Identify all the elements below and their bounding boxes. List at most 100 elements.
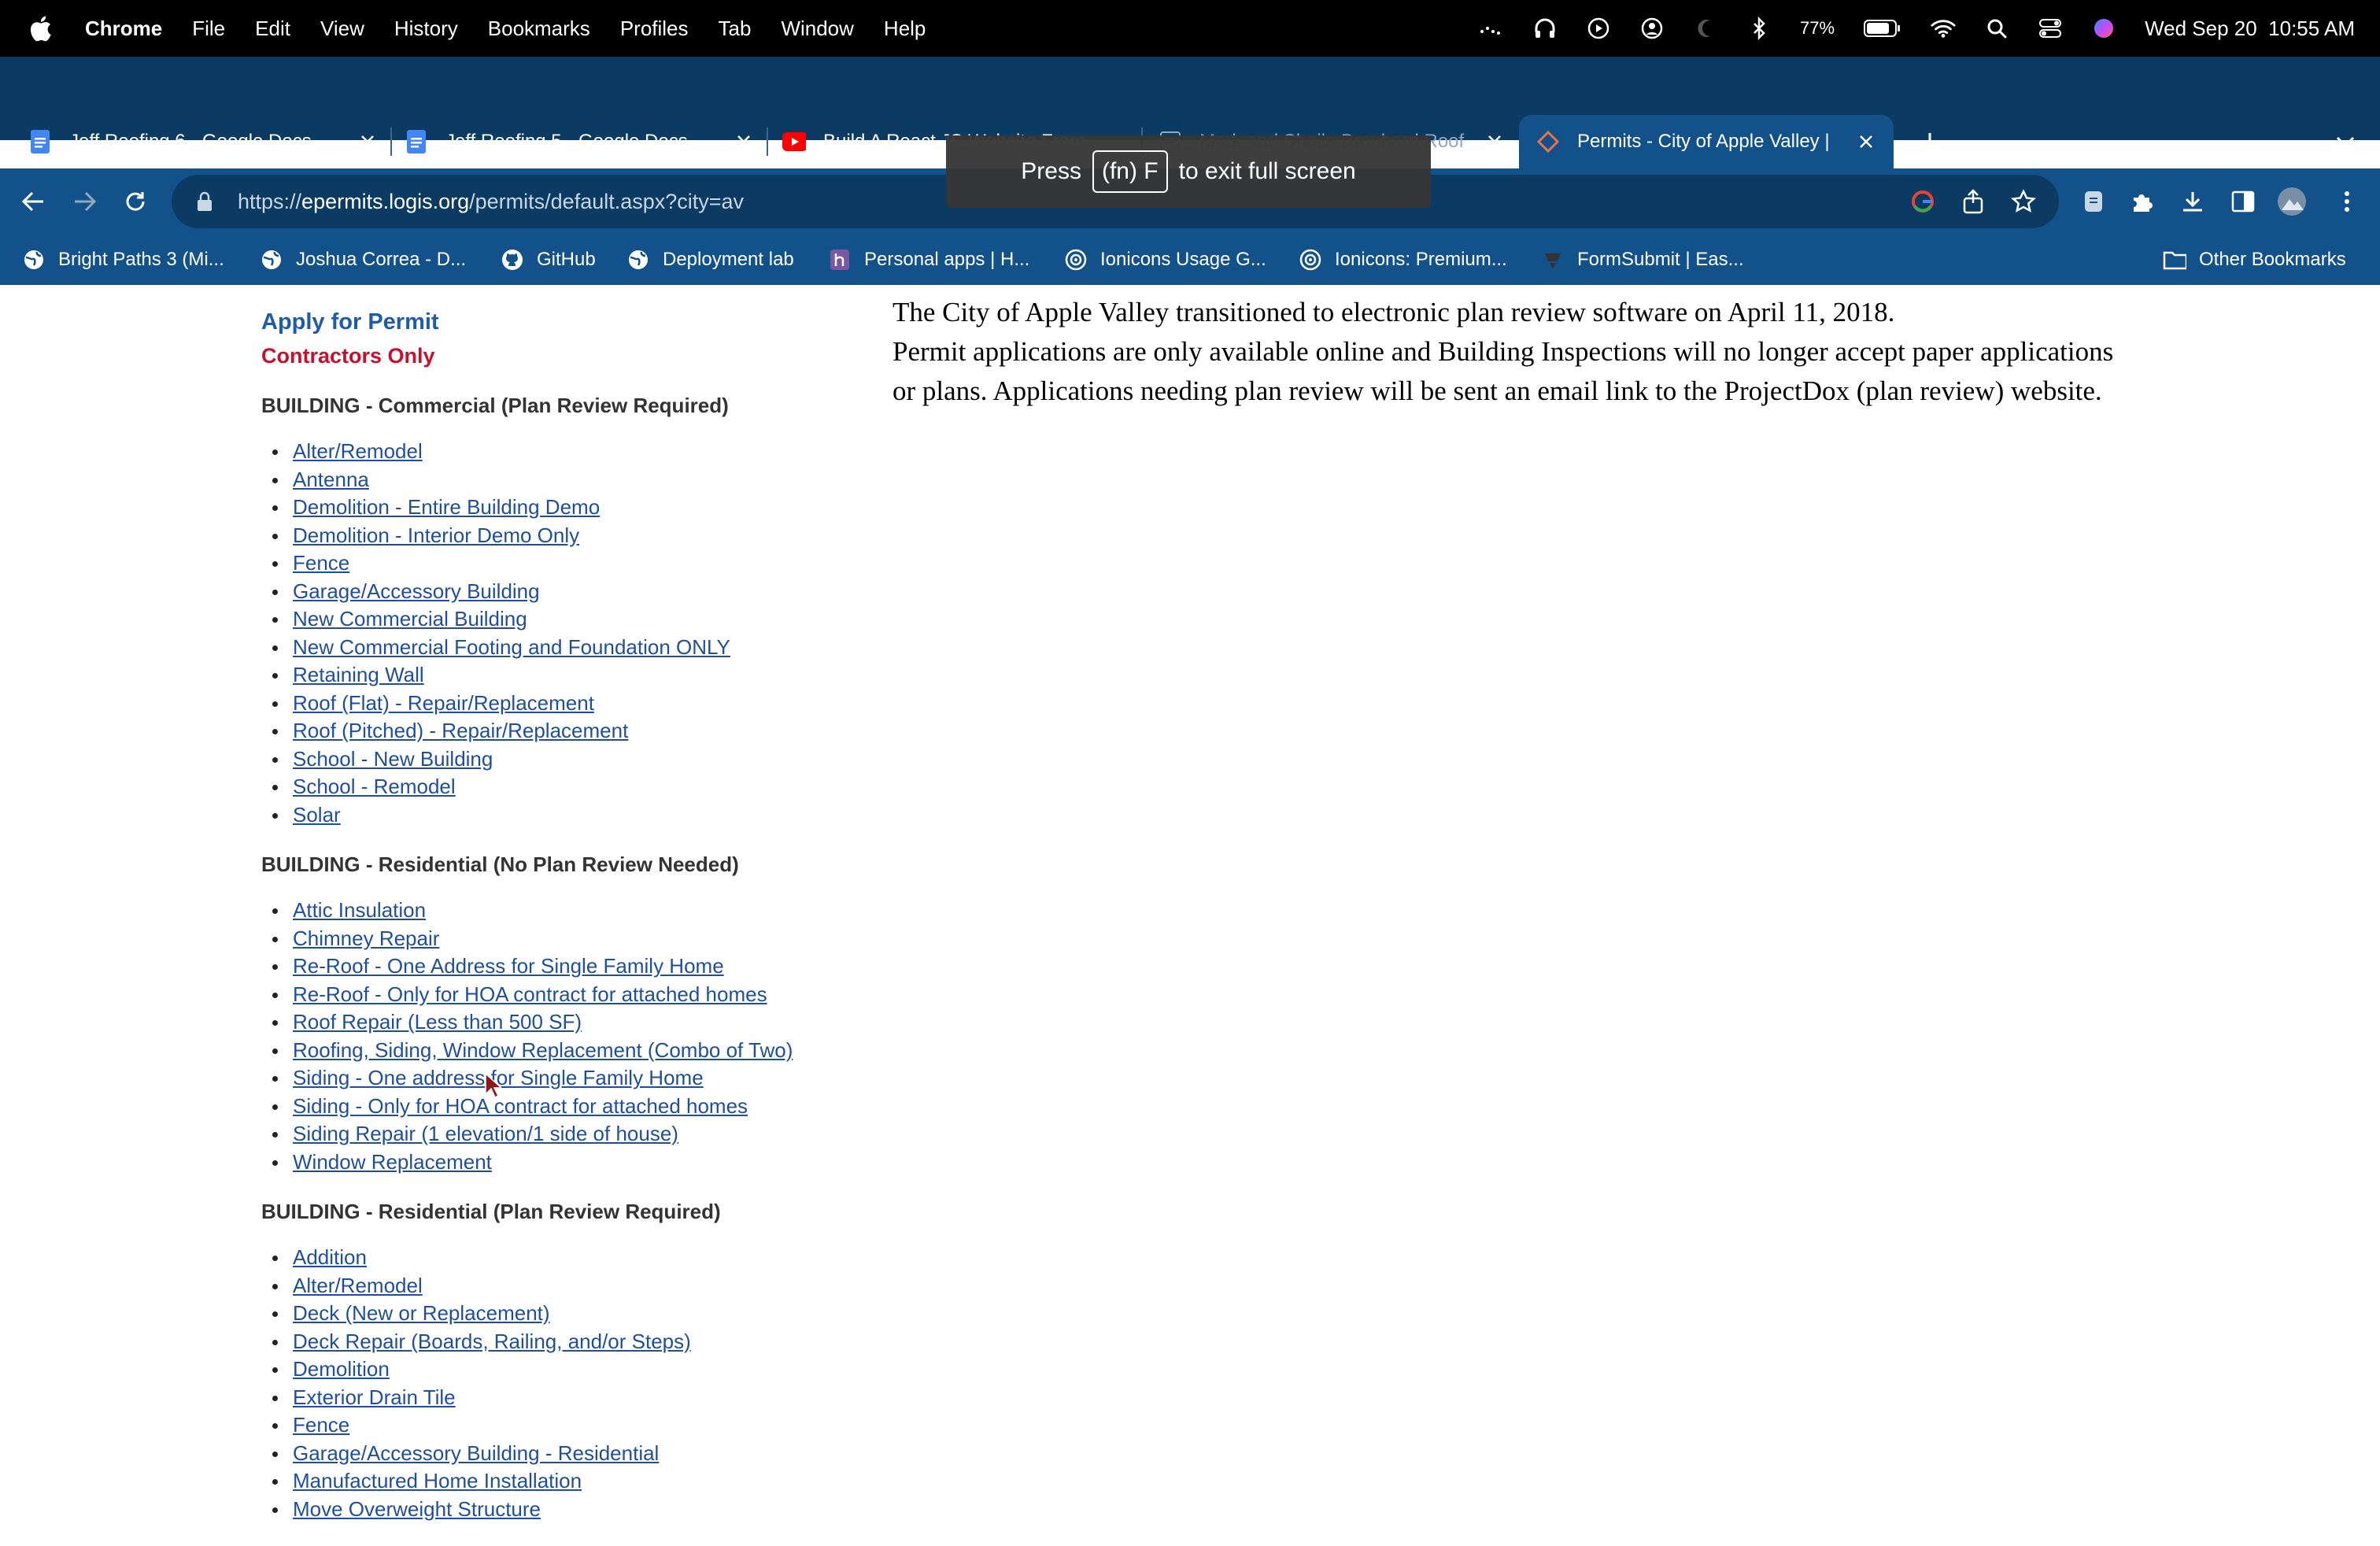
profile-avatar[interactable] bbox=[2276, 186, 2308, 217]
bookmark-formsubmit[interactable]: FormSubmit | Eas... bbox=[1541, 246, 1744, 274]
permit-link[interactable]: Fence bbox=[293, 551, 349, 575]
permit-link[interactable]: Demolition bbox=[293, 1357, 390, 1381]
permit-link[interactable]: Roofing, Siding, Window Replacement (Com… bbox=[293, 1038, 793, 1062]
bookmark-bright-paths[interactable]: Bright Paths 3 (Mi... bbox=[22, 246, 224, 274]
permit-link[interactable]: Fence bbox=[293, 1413, 349, 1437]
permit-link[interactable]: Roof Repair (Less than 500 SF) bbox=[293, 1010, 582, 1034]
formsubmit-icon bbox=[1541, 248, 1565, 272]
permit-link[interactable]: Demolition - Entire Building Demo bbox=[293, 495, 600, 519]
close-icon[interactable] bbox=[1854, 130, 1878, 153]
extensions-puzzle-icon[interactable] bbox=[2127, 186, 2158, 217]
bookmark-deployment-lab[interactable]: Deployment lab bbox=[626, 246, 794, 274]
now-playing-icon[interactable] bbox=[1586, 16, 1611, 41]
list-item: New Commercial Building bbox=[261, 605, 859, 634]
wifi-icon[interactable] bbox=[1931, 16, 1956, 41]
permit-link[interactable]: Addition bbox=[293, 1245, 367, 1269]
e-plan-review-notice: The City of Apple Valley transitioned to… bbox=[893, 293, 2120, 411]
google-lens-icon[interactable] bbox=[1909, 188, 1936, 215]
bookmark-github[interactable]: GitHub bbox=[501, 246, 596, 274]
user-account-icon[interactable] bbox=[1639, 16, 1665, 41]
permit-link[interactable]: Re-Roof - One Address for Single Family … bbox=[293, 954, 724, 978]
tab-search-chevron-down-icon[interactable] bbox=[2330, 126, 2361, 157]
permit-link[interactable]: Siding Repair (1 elevation/1 side of hou… bbox=[293, 1122, 678, 1145]
headphones-icon[interactable] bbox=[1532, 16, 1558, 41]
ionicons-icon bbox=[1299, 248, 1322, 272]
permit-link[interactable]: Alter/Remodel bbox=[293, 1274, 423, 1297]
permit-link[interactable]: Alter/Remodel bbox=[293, 439, 423, 463]
permit-link[interactable]: Manufactured Home Installation bbox=[293, 1469, 582, 1492]
permit-link[interactable]: Re-Roof - Only for HOA contract for atta… bbox=[293, 982, 767, 1006]
menu-app-chrome[interactable]: Chrome bbox=[85, 17, 162, 41]
spotlight-search-icon[interactable] bbox=[1984, 16, 2009, 41]
permit-link[interactable]: Exterior Drain Tile bbox=[293, 1385, 456, 1409]
list-item: Window Replacement bbox=[261, 1148, 859, 1177]
bookmark-ionicons-premium[interactable]: Ionicons: Premium... bbox=[1299, 246, 1507, 274]
permit-link[interactable]: School - New Building bbox=[293, 747, 493, 771]
control-center-icon[interactable] bbox=[2038, 16, 2063, 41]
other-bookmarks-folder[interactable]: Other Bookmarks bbox=[2163, 246, 2346, 274]
battery-icon[interactable] bbox=[1863, 16, 1902, 41]
extension-doc-icon[interactable] bbox=[2078, 186, 2109, 217]
permit-link[interactable]: Move Overweight Structure bbox=[293, 1497, 541, 1521]
lock-icon[interactable] bbox=[194, 190, 216, 213]
permit-link[interactable]: Demolition - Interior Demo Only bbox=[293, 523, 579, 547]
list-item: School - Remodel bbox=[261, 773, 859, 801]
downloads-icon[interactable] bbox=[2177, 186, 2208, 217]
forward-button[interactable] bbox=[69, 186, 101, 217]
list-item: Re-Roof - One Address for Single Family … bbox=[261, 952, 859, 981]
permit-link[interactable]: Garage/Accessory Building - Residential bbox=[293, 1441, 659, 1465]
chrome-menu-icon[interactable] bbox=[2331, 186, 2363, 217]
bluetooth-icon[interactable] bbox=[1746, 16, 1772, 41]
permit-sidebar: Apply for Permit Contractors Only BUILDI… bbox=[261, 307, 859, 1523]
permit-link[interactable]: Attic Insulation bbox=[293, 898, 426, 922]
menu-window[interactable]: Window bbox=[781, 17, 853, 41]
list-item: Roof (Flat) - Repair/Replacement bbox=[261, 690, 859, 718]
menu-history[interactable]: History bbox=[394, 17, 458, 41]
menu-edit[interactable]: Edit bbox=[255, 17, 290, 41]
tab-permits-apple-valley[interactable]: Permits - City of Apple Valley | bbox=[1519, 115, 1894, 168]
focus-moon-icon[interactable] bbox=[1693, 16, 1718, 41]
permit-link[interactable]: Chimney Repair bbox=[293, 926, 439, 950]
permit-link[interactable]: Siding - Only for HOA contract for attac… bbox=[293, 1094, 748, 1118]
menu-profiles[interactable]: Profiles bbox=[620, 17, 689, 41]
list-item: Exterior Drain Tile bbox=[261, 1384, 859, 1412]
tab-jeff-roofing-5[interactable]: Jeff Roofing 5 - Google Docs bbox=[405, 115, 756, 168]
share-icon[interactable] bbox=[1960, 188, 1986, 215]
permit-link[interactable]: Solar bbox=[293, 803, 341, 827]
bookmark-star-icon[interactable] bbox=[2010, 188, 2037, 215]
menu-bookmarks[interactable]: Bookmarks bbox=[488, 17, 590, 41]
menu-file[interactable]: File bbox=[192, 17, 225, 41]
close-icon[interactable] bbox=[1483, 130, 1506, 153]
menu-view[interactable]: View bbox=[320, 17, 364, 41]
new-tab-button[interactable] bbox=[1914, 126, 1946, 157]
dictation-icon[interactable] bbox=[1479, 16, 1504, 41]
permit-link[interactable]: Antenna bbox=[293, 468, 369, 491]
permit-link[interactable]: New Commercial Footing and Foundation ON… bbox=[293, 635, 730, 659]
permit-link[interactable]: School - Remodel bbox=[293, 775, 456, 798]
menu-tab[interactable]: Tab bbox=[719, 17, 752, 41]
permit-link[interactable]: Deck Repair (Boards, Railing, and/or Ste… bbox=[293, 1330, 691, 1353]
bookmark-ionicons-usage[interactable]: Ionicons Usage G... bbox=[1064, 246, 1266, 274]
permit-link[interactable]: Retaining Wall bbox=[293, 663, 424, 686]
bookmarks-bar: Bright Paths 3 (Mi... Joshua Correa - D.… bbox=[0, 235, 2380, 285]
permit-link[interactable]: Garage/Accessory Building bbox=[293, 579, 540, 603]
permit-link[interactable]: Roof (Pitched) - Repair/Replacement bbox=[293, 719, 628, 742]
permit-link[interactable]: Deck (New or Replacement) bbox=[293, 1301, 550, 1325]
close-icon[interactable] bbox=[732, 130, 756, 153]
side-panel-icon[interactable] bbox=[2227, 186, 2259, 217]
bookmark-personal-apps-heroku[interactable]: Personal apps | H... bbox=[828, 246, 1029, 274]
reload-button[interactable] bbox=[120, 186, 151, 217]
siri-icon[interactable] bbox=[2091, 16, 2116, 41]
back-button[interactable] bbox=[17, 186, 49, 217]
permit-link[interactable]: New Commercial Building bbox=[293, 607, 527, 631]
menu-help[interactable]: Help bbox=[884, 17, 926, 41]
permit-link[interactable]: Roof (Flat) - Repair/Replacement bbox=[293, 691, 594, 715]
bookmark-joshua-correa[interactable]: Joshua Correa - D... bbox=[260, 246, 466, 274]
section-heading: BUILDING - Residential (No Plan Review N… bbox=[261, 853, 739, 876]
close-icon[interactable] bbox=[356, 130, 379, 153]
tab-jeff-roofing-6[interactable]: Jeff Roofing 6 - Google Docs bbox=[28, 115, 379, 168]
permit-section-residential-no-review: BUILDING - Residential (No Plan Review N… bbox=[261, 851, 859, 1176]
clock-datetime[interactable]: Wed Sep 20 10:55 AM bbox=[2145, 17, 2355, 41]
apple-icon[interactable] bbox=[28, 13, 57, 44]
permit-link[interactable]: Window Replacement bbox=[293, 1150, 492, 1174]
